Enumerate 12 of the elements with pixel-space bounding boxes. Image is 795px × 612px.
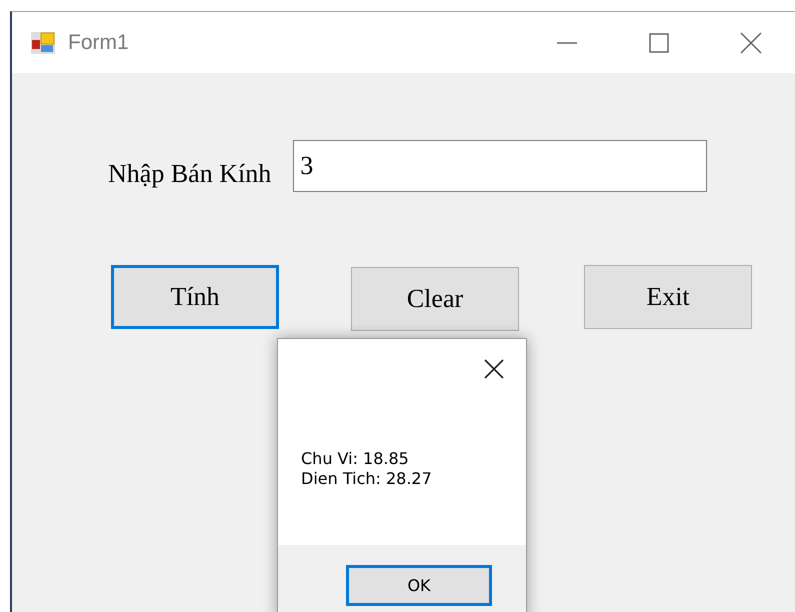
ok-button[interactable]: OK bbox=[346, 565, 492, 606]
form-button[interactable]: Tính bbox=[111, 265, 279, 329]
form-button[interactable]: Clear bbox=[351, 267, 519, 331]
message-text: Dien Tich: 28.27 bbox=[301, 469, 432, 489]
form-button[interactable]: Exit bbox=[584, 265, 752, 329]
close-icon[interactable] bbox=[482, 357, 506, 381]
radius-label: Nhập Bán Kính bbox=[108, 158, 272, 188]
app-icon bbox=[30, 30, 56, 54]
maximize-icon[interactable] bbox=[648, 32, 670, 54]
window-title: Form1 bbox=[68, 30, 130, 54]
radius-input[interactable]: 3 bbox=[293, 140, 708, 192]
message-text: Chu Vi: 18.85 bbox=[301, 449, 410, 469]
